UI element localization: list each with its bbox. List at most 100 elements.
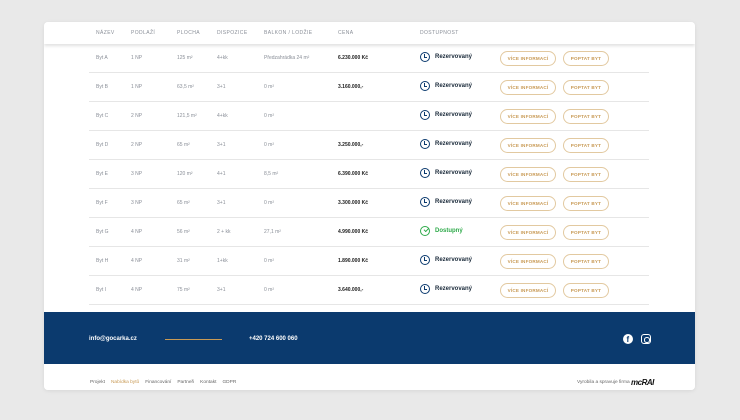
status-label: Rezervovaný [435, 141, 473, 147]
more-info-button[interactable]: VÍCE INFORMACÍ [500, 80, 556, 95]
more-info-button[interactable]: VÍCE INFORMACÍ [500, 254, 556, 269]
cell-area: 56 m² [177, 229, 190, 235]
footer-link[interactable]: Partneři [177, 380, 194, 385]
cell-layout: 3+1 [217, 200, 226, 206]
table-row: Byt H 4 NP 31 m² 1+kk 0 m² 1.890.000 Kč Rezerv… [89, 247, 649, 276]
header-name: NÁZEV [96, 30, 115, 36]
footer-nav: Projekt Nabídka bytů Financování Partneři Ko… [90, 380, 236, 385]
header-floor: PODLAŽÍ [131, 30, 156, 36]
more-info-button[interactable]: VÍCE INFORMACÍ [500, 225, 556, 240]
more-info-button[interactable]: VÍCE INFORMACÍ [500, 196, 556, 211]
clock-icon [420, 255, 430, 265]
table-row: Byt A 1 NP 125 m² 4+kk Předzahrádka 24 m² 6.2… [89, 44, 649, 73]
status-label: Rezervovaný [435, 286, 473, 292]
cell-area: 75 m² [177, 287, 190, 293]
cell-balcony: 0 m² [264, 142, 274, 148]
cell-price: 3.250.000,- [338, 142, 364, 148]
cell-balcony: 27,1 m² [264, 229, 281, 235]
cell-area: 65 m² [177, 142, 190, 148]
request-apartment-button[interactable]: POPTAT BYT [563, 80, 609, 95]
table-row: Byt I 4 NP 75 m² 3+1 0 m² 3.640.000,- Rezervov… [89, 276, 649, 305]
table-row: Byt D 2 NP 65 m² 3+1 0 m² 3.250.000,- Rezervov… [89, 131, 649, 160]
cell-floor: 4 NP [131, 258, 143, 264]
request-apartment-button[interactable]: POPTAT BYT [563, 109, 609, 124]
table-row: Byt F 3 NP 65 m² 3+1 0 m² 3.300.000 Kč Rezervo… [89, 189, 649, 218]
status-label: Rezervovaný [435, 199, 473, 205]
header-area: PLOCHA [177, 30, 200, 36]
request-apartment-button[interactable]: POPTAT BYT [563, 51, 609, 66]
cell-floor: 1 NP [131, 55, 143, 61]
request-apartment-button[interactable]: POPTAT BYT [563, 225, 609, 240]
cell-balcony: 0 m² [264, 200, 274, 206]
footer-phone[interactable]: +420 724 600 060 [249, 336, 298, 342]
cell-name: Byt G [96, 229, 109, 235]
site-footer: info@gocarka.cz +420 724 600 060 f [44, 312, 695, 364]
footer-email[interactable]: info@gocarka.cz [89, 336, 137, 342]
clock-icon [420, 139, 430, 149]
clock-icon [420, 197, 430, 207]
status-badge: Dostupný [420, 226, 463, 236]
clock-icon [420, 110, 430, 120]
cell-name: Byt A [96, 55, 108, 61]
status-label: Rezervovaný [435, 83, 473, 89]
cell-layout: 3+1 [217, 84, 226, 90]
clock-icon [420, 81, 430, 91]
cell-floor: 3 NP [131, 171, 143, 177]
more-info-button[interactable]: VÍCE INFORMACÍ [500, 51, 556, 66]
cell-floor: 3 NP [131, 200, 143, 206]
cell-area: 121,5 m² [177, 113, 197, 119]
status-label: Rezervovaný [435, 54, 473, 60]
cell-area: 63,5 m² [177, 84, 194, 90]
cell-layout: 1+kk [217, 258, 228, 264]
more-info-button[interactable]: VÍCE INFORMACÍ [500, 167, 556, 182]
status-badge: Rezervovaný [420, 168, 472, 178]
status-badge: Rezervovaný [420, 197, 472, 207]
status-label: Rezervovaný [435, 112, 473, 118]
clock-icon [420, 168, 430, 178]
bottom-bar: Projekt Nabídka bytů Financování Partneři Ko… [44, 364, 695, 390]
footer-link[interactable]: Nabídka bytů [111, 380, 139, 385]
check-circle-icon [420, 226, 430, 236]
status-badge: Rezervovaný [420, 110, 472, 120]
agency-logo[interactable]: mcRAI [631, 378, 654, 387]
request-apartment-button[interactable]: POPTAT BYT [563, 254, 609, 269]
cell-balcony: 8,5 m² [264, 171, 279, 177]
browser-window: Byt A 1 NP 125 m² 4+kk Předzahrádka 24 m² 6.2… [44, 22, 695, 390]
status-badge: Rezervovaný [420, 52, 472, 62]
cell-layout: 2 + kk [217, 229, 231, 235]
request-apartment-button[interactable]: POPTAT BYT [563, 167, 609, 182]
instagram-icon[interactable] [641, 334, 651, 344]
more-info-button[interactable]: VÍCE INFORMACÍ [500, 138, 556, 153]
cell-price: 4.990.000 Kč [338, 229, 369, 235]
cell-price: 6.230.000 Kč [338, 55, 369, 61]
status-badge: Rezervovaný [420, 139, 472, 149]
facebook-icon[interactable]: f [623, 334, 633, 344]
cell-layout: 4+1 [217, 171, 226, 177]
cell-name: Byt C [96, 113, 109, 119]
cell-name: Byt D [96, 142, 109, 148]
request-apartment-button[interactable]: POPTAT BYT [563, 196, 609, 211]
cell-balcony: 0 m² [264, 287, 274, 293]
footer-link[interactable]: Projekt [90, 380, 105, 385]
more-info-button[interactable]: VÍCE INFORMACÍ [500, 109, 556, 124]
request-apartment-button[interactable]: POPTAT BYT [563, 283, 609, 298]
more-info-button[interactable]: VÍCE INFORMACÍ [500, 283, 556, 298]
header-balcony: BALKON / LODŽIE [264, 30, 313, 36]
request-apartment-button[interactable]: POPTAT BYT [563, 138, 609, 153]
footer-divider [165, 339, 222, 340]
status-badge: Rezervovaný [420, 255, 472, 265]
cell-area: 120 m² [177, 171, 193, 177]
header-availability: DOSTUPNOST [420, 30, 459, 36]
cell-price: 3.160.000,- [338, 84, 364, 90]
cell-balcony: Předzahrádka 24 m² [264, 55, 310, 61]
cell-balcony: 0 m² [264, 113, 274, 119]
cell-name: Byt I [96, 287, 107, 293]
cell-name: Byt H [96, 258, 109, 264]
cell-price: 3.300.000 Kč [338, 200, 369, 206]
cell-price: 1.890.000 Kč [338, 258, 369, 264]
status-badge: Rezervovaný [420, 284, 472, 294]
footer-link[interactable]: Kontakt [200, 380, 216, 385]
footer-link[interactable]: GDPR [222, 380, 236, 385]
cell-balcony: 0 m² [264, 84, 274, 90]
footer-link[interactable]: Financování [145, 380, 171, 385]
